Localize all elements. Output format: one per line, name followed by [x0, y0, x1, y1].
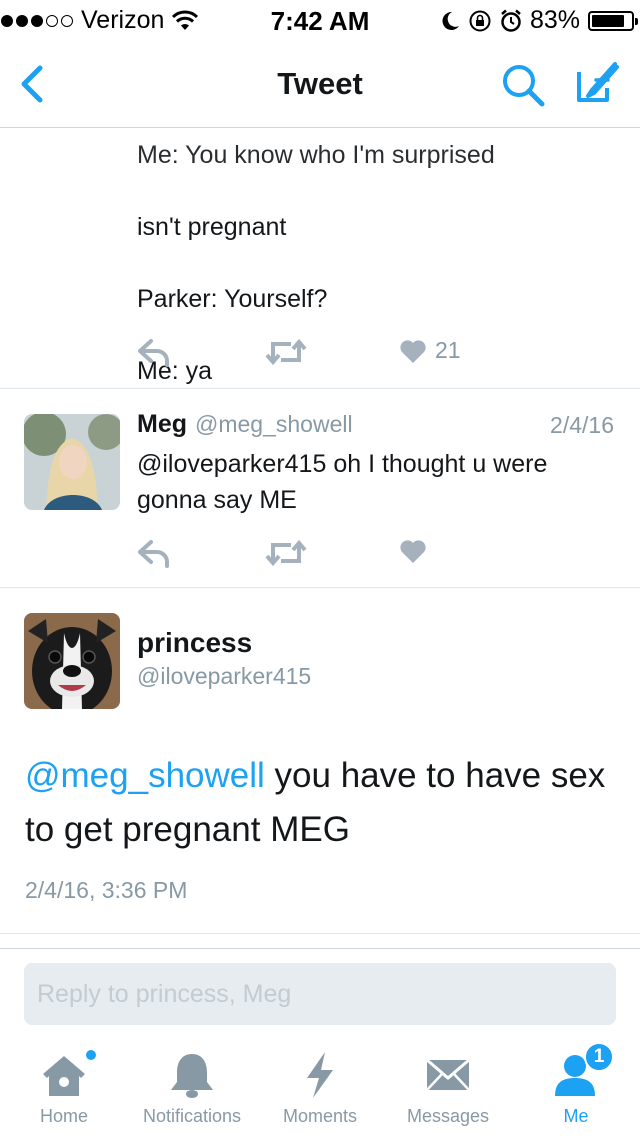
tweet-text: @iloveparker415 oh I thought u were gonn… — [137, 450, 548, 514]
moon-icon — [442, 11, 459, 30]
clipped-text-line: Me: You know who I'm surprised — [137, 141, 495, 169]
heart-icon[interactable] — [399, 338, 427, 364]
tweet-reply[interactable]: Meg @meg_showell 2/4/16 @iloveparker415 o… — [0, 390, 640, 588]
bell-icon — [171, 1054, 213, 1098]
status-right: 83% — [440, 6, 638, 35]
like-action[interactable]: 21 — [399, 337, 461, 364]
status-bar: Verizon 7:42 AM 83% — [0, 0, 640, 40]
heart-icon[interactable] — [399, 538, 427, 564]
tweet-header: Meg @meg_showell 2/4/16 — [137, 410, 614, 439]
tab-bar: Home Notifications Moments Messages 1 Me — [0, 1036, 640, 1136]
alarm-icon — [501, 9, 521, 32]
reply-icon[interactable] — [137, 538, 171, 568]
lightning-icon — [307, 1052, 333, 1098]
avatar[interactable] — [24, 414, 120, 510]
notification-badge: 1 — [584, 1042, 614, 1072]
battery-percent: 83% — [529, 6, 580, 34]
author-handle[interactable]: @iloveparker415 — [137, 663, 311, 690]
envelope-icon — [426, 1058, 470, 1091]
tweet-text: Me: You know who I'm surprised isn't pre… — [137, 129, 617, 388]
reply-icon[interactable] — [137, 337, 171, 367]
tweet-date: 2/4/16 — [550, 412, 614, 438]
tab-label: Messages — [406, 1106, 490, 1126]
author-name[interactable]: Meg — [137, 410, 187, 438]
tweet-text: @meg_showell you have to have sex to get… — [25, 749, 625, 857]
like-count: 21 — [435, 337, 461, 363]
unread-dot — [84, 1048, 98, 1062]
avatar[interactable] — [24, 613, 120, 709]
battery-fill — [592, 14, 624, 27]
tab-label: Moments — [282, 1106, 358, 1126]
tab-moments[interactable]: Moments — [256, 1036, 384, 1136]
tab-label: Me — [563, 1106, 589, 1126]
mention-link[interactable]: @meg_showell — [25, 756, 265, 795]
tweet-previous[interactable]: Me: You know who I'm surprised isn't pre… — [0, 129, 640, 389]
home-icon — [43, 1056, 85, 1096]
tab-label: Notifications — [142, 1106, 242, 1126]
compose-icon[interactable] — [574, 60, 620, 106]
tab-notifications[interactable]: Notifications — [128, 1036, 256, 1136]
author-name[interactable]: princess — [137, 627, 252, 659]
battery-icon — [588, 10, 638, 31]
reply-input[interactable] — [24, 963, 616, 1025]
search-icon[interactable] — [500, 62, 546, 108]
retweet-icon[interactable] — [265, 538, 307, 568]
tweet-body: isn't pregnant Parker: Yourself? Me: ya — [137, 213, 328, 385]
tab-messages[interactable]: Messages — [384, 1036, 512, 1136]
tab-home[interactable]: Home — [0, 1036, 128, 1136]
rotation-lock-icon — [469, 10, 491, 31]
reply-bar — [0, 948, 640, 1036]
tweet-main: princess @iloveparker415 @meg_showell yo… — [0, 589, 640, 934]
navigation-bar: Tweet — [0, 40, 640, 128]
author-handle[interactable]: @meg_showell — [195, 411, 353, 437]
tweet-timestamp: 2/4/16, 3:36 PM — [25, 877, 188, 903]
tab-me[interactable]: 1 Me — [512, 1036, 640, 1136]
retweet-icon[interactable] — [265, 337, 307, 367]
